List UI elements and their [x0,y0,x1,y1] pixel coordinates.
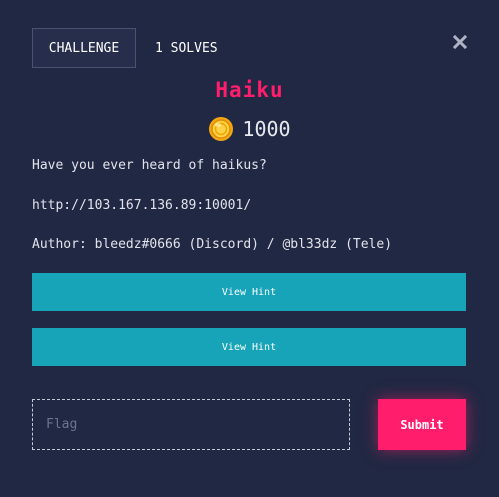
challenge-url[interactable]: http://103.167.136.89:10001/ [32,198,251,213]
challenge-title: Haiku [215,78,284,102]
view-hint-button-2[interactable]: View Hint [32,328,466,366]
flag-input[interactable] [32,399,350,450]
close-icon[interactable] [451,33,469,51]
coin-icon [209,117,234,141]
challenge-value: 1000 [242,117,291,141]
submit-button[interactable]: Submit [378,399,466,450]
tab-challenge[interactable]: CHALLENGE [32,28,136,68]
view-hint-button-1[interactable]: View Hint [32,273,466,311]
challenge-description: Have you ever heard of haikus? [32,158,267,173]
challenge-value-row: 1000 [0,116,499,142]
challenge-author: Author: bleedz#0666 (Discord) / @bl33dz … [32,237,393,252]
tab-solves[interactable]: 1 SOLVES [155,28,218,68]
